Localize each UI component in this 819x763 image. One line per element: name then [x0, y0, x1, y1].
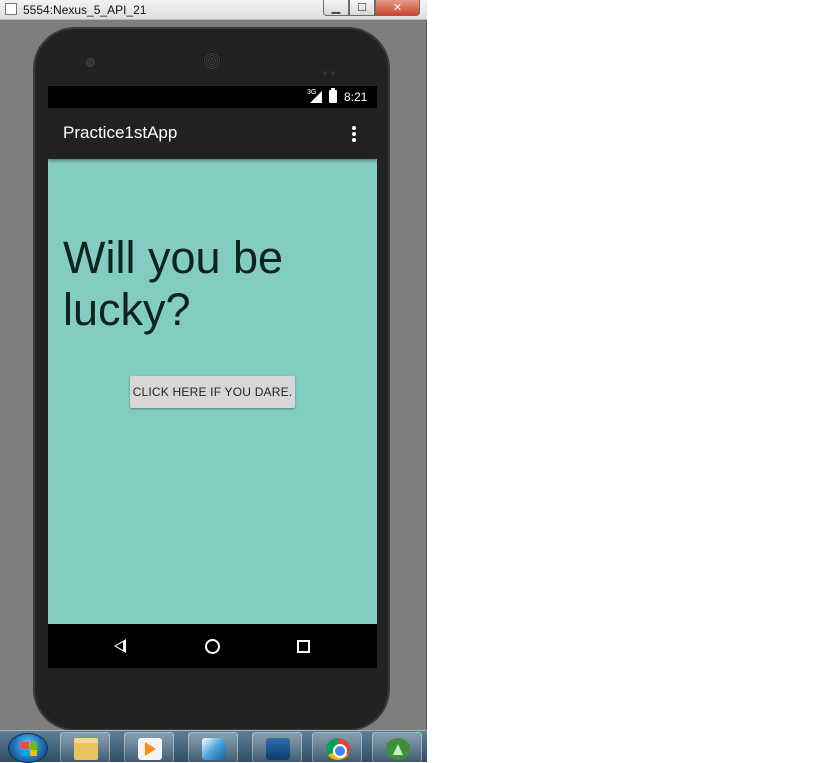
- proximity-sensor-icon: [323, 60, 339, 75]
- status-time: 8:21: [344, 90, 368, 104]
- wifi-manager-icon: [202, 738, 226, 760]
- emulator-window: 5554:Nexus_5_API_21 ▁ ☐ ✕ 3G 8:21 Practi…: [0, 0, 427, 763]
- media-player-icon: [138, 738, 162, 760]
- navigation-bar: [48, 624, 377, 668]
- nexus-5-device-frame: 3G 8:21 Practice1stApp Will you be lucky…: [33, 27, 390, 731]
- device-screen[interactable]: 3G 8:21 Practice1stApp Will you be lucky…: [48, 86, 377, 668]
- taskbar-item-chrome[interactable]: [312, 732, 362, 763]
- chrome-icon: [326, 738, 350, 760]
- minimize-button[interactable]: ▁: [323, 0, 349, 16]
- window-controls: ▁ ☐ ✕: [323, 0, 420, 16]
- status-bar: 3G 8:21: [48, 86, 377, 108]
- home-icon[interactable]: [205, 639, 220, 654]
- 4g-wimax-icon: [266, 738, 290, 760]
- taskbar-item-media-player[interactable]: [124, 732, 174, 763]
- front-camera-icon: [86, 58, 95, 67]
- headline-text: Will you be lucky?: [63, 232, 284, 335]
- app-title: Practice1stApp: [63, 123, 178, 142]
- taskbar-item-android-studio[interactable]: [372, 732, 422, 763]
- windows-logo-icon: [21, 742, 37, 756]
- back-icon[interactable]: [114, 639, 126, 653]
- more-vert-icon[interactable]: [346, 124, 362, 144]
- earpiece-speaker-icon: [203, 52, 221, 70]
- android-studio-icon: [386, 738, 410, 760]
- close-button[interactable]: ✕: [375, 0, 420, 16]
- window-titlebar[interactable]: 5554:Nexus_5_API_21 ▁ ☐ ✕: [0, 0, 427, 20]
- maximize-button[interactable]: ☐: [349, 0, 375, 16]
- taskbar-item-file-explorer[interactable]: [60, 732, 110, 763]
- battery-icon: [329, 88, 337, 103]
- action-bar: Practice1stApp: [48, 108, 377, 159]
- folder-icon: [74, 738, 98, 760]
- dare-button[interactable]: CLICK HERE IF YOU DARE.: [130, 376, 295, 408]
- window-title: 5554:Nexus_5_API_21: [23, 3, 147, 17]
- signal-strength-icon: [310, 91, 322, 103]
- taskbar-item-wifi-manager[interactable]: [188, 732, 238, 763]
- window-app-icon: [5, 3, 17, 15]
- taskbar-item-wimax[interactable]: [252, 732, 302, 763]
- windows-taskbar: [0, 730, 427, 763]
- start-button[interactable]: [8, 733, 48, 763]
- recents-icon[interactable]: [297, 640, 310, 653]
